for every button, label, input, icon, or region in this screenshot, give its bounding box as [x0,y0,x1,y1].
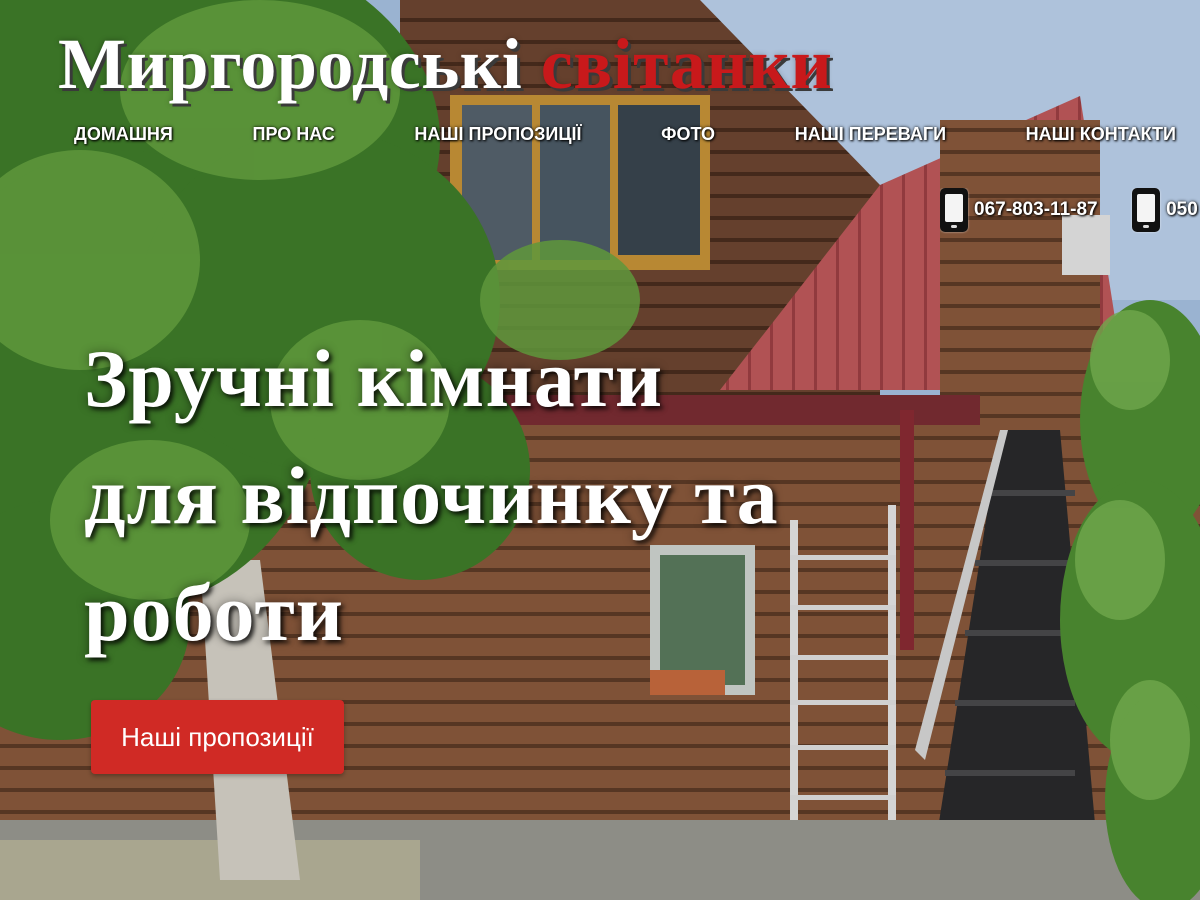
nav-link-about[interactable]: ПРО НАС [239,120,349,149]
nav-link-advantages[interactable]: НАШІ ПЕРЕВАГИ [781,120,960,149]
mobile-phone-icon [1132,188,1161,232]
phone-contact-1[interactable]: 067-803-11-87 [940,188,1098,232]
nav-item-offers: НАШІ ПРОПОЗИЦІЇ [400,120,595,149]
nav-item-home: ДОМАШНЯ [60,120,187,149]
site-logo[interactable]: Миргородські світанки [58,22,832,106]
nav-link-photo[interactable]: ФОТО [647,120,729,149]
mobile-phone-icon [940,188,968,232]
phone-contact-2[interactable]: 050 [1132,188,1198,232]
phone-number-2: 050 [1166,199,1198,220]
nav-link-contacts[interactable]: НАШІ КОНТАКТИ [1012,120,1190,149]
our-offers-button[interactable]: Наші пропозиції [91,700,344,774]
nav-item-photo: ФОТО [647,120,729,149]
logo-word-2: світанки [540,24,833,104]
hero-title-line-2: для відпочинку та [84,450,779,541]
hero-title: Зручні кімнати для відпочинку та роботи [84,320,904,671]
logo-word-1: Миргородські [58,24,523,104]
nav-link-home[interactable]: ДОМАШНЯ [60,120,187,149]
phone-number-1: 067-803-11-87 [974,199,1098,220]
hero-title-line-3: роботи [84,567,344,658]
nav-item-contacts: НАШІ КОНТАКТИ [1012,120,1190,149]
nav-link-offers[interactable]: НАШІ ПРОПОЗИЦІЇ [400,120,595,149]
phone-contacts: 067-803-11-87 050 [940,188,1200,236]
main-navigation: ДОМАШНЯ ПРО НАС НАШІ ПРОПОЗИЦІЇ ФОТО НАШ… [60,120,1190,149]
nav-item-advantages: НАШІ ПЕРЕВАГИ [781,120,960,149]
hero-title-line-1: Зручні кімнати [84,333,664,424]
nav-item-about: ПРО НАС [239,120,349,149]
